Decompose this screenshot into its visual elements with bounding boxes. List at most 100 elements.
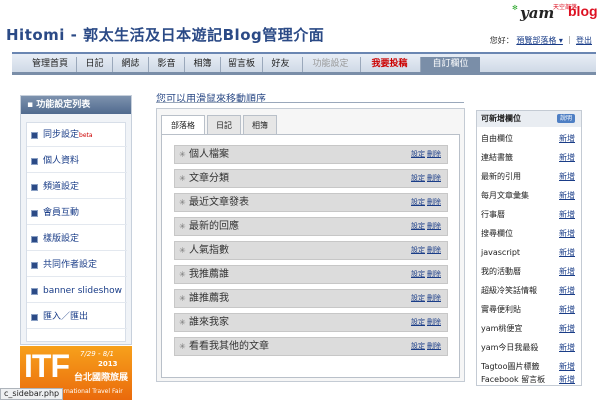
add-link[interactable]: 新增 [559, 373, 575, 387]
add-link[interactable]: 新增 [559, 224, 575, 243]
delete-link[interactable]: 刪除 [427, 174, 441, 182]
drag-handle-icon[interactable]: ✳ [179, 338, 186, 355]
tab-media[interactable]: 影音 [148, 57, 184, 72]
row-label: 誰推薦我 [189, 293, 229, 304]
tab-blog[interactable]: 部落格 [161, 115, 205, 135]
help-button[interactable]: 說明 [556, 114, 575, 123]
setting-link[interactable]: 設定 [411, 150, 425, 158]
sortable-row[interactable]: ✳ 人氣指數 設定 刪除 [174, 241, 448, 260]
sidebar-heading-label: 功能設定列表 [36, 100, 91, 110]
drag-handle-icon[interactable]: ✳ [179, 242, 186, 259]
delete-link[interactable]: 刪除 [427, 198, 441, 206]
drag-handle-icon[interactable]: ✳ [179, 266, 186, 283]
delete-link[interactable]: 刪除 [427, 294, 441, 302]
tab-submit[interactable]: 我要投稿 [360, 57, 418, 72]
add-link[interactable]: 新增 [559, 300, 575, 319]
sidebar-item-template[interactable]: 樣版設定 [27, 227, 127, 251]
row-label: 個人檔案 [189, 149, 229, 160]
tab-diary-panel[interactable]: 日記 [207, 115, 241, 135]
sortable-row[interactable]: ✳ 誰來我家 設定 刪除 [174, 313, 448, 332]
add-link[interactable]: 新增 [559, 167, 575, 186]
setting-link[interactable]: 設定 [411, 174, 425, 182]
row-actions: 設定 刪除 [409, 314, 441, 331]
tab-albums[interactable]: 相簿 [184, 57, 220, 72]
sidebar-item-banner-slideshow[interactable]: banner slideshow [27, 279, 127, 303]
setting-link[interactable]: 設定 [411, 342, 425, 350]
tab-articles[interactable]: 網誌 [112, 57, 148, 72]
sidebar-item-import-export[interactable]: 匯入／匯出 [27, 305, 127, 329]
drag-handle-icon[interactable]: ✳ [179, 194, 186, 211]
sidebar-item-sync[interactable]: 同步設定beta [27, 123, 127, 147]
sortable-row[interactable]: ✳ 個人檔案 設定 刪除 [174, 145, 448, 164]
tab-friends[interactable]: 好友 [262, 57, 298, 72]
sortable-row[interactable]: ✳ 看看我其他的文章 設定 刪除 [174, 337, 448, 356]
sortable-list: ✳ 個人檔案 設定 刪除 ✳ 文章分類 設定 刪除 ✳ 最近文章發表 設定 刪除 ✳ … [161, 134, 460, 378]
sidebar-item-profile[interactable]: 個人資料 [27, 149, 127, 173]
item-label: javascript [481, 248, 521, 257]
add-link[interactable]: 新增 [559, 205, 575, 224]
layout-panel: 部落格 日記 相簿 ✳ 個人檔案 設定 刪除 ✳ 文章分類 設定 刪除 ✳ 最近文章… [156, 108, 465, 382]
tab-admin-home[interactable]: 管理首頁 [24, 57, 76, 72]
tab-album-panel[interactable]: 相簿 [243, 115, 277, 135]
sidebar-item-label: 匯入／匯出 [43, 312, 89, 322]
add-link[interactable]: 新增 [559, 186, 575, 205]
logout-link[interactable]: 登出 [576, 36, 592, 45]
sidebar-item-coauthors[interactable]: 共同作者設定 [27, 253, 127, 277]
row-actions: 設定 刪除 [409, 242, 441, 259]
bullet-icon [31, 262, 38, 269]
add-link[interactable]: 新增 [559, 262, 575, 281]
drag-handle-icon[interactable]: ✳ [179, 146, 186, 163]
delete-link[interactable]: 刪除 [427, 150, 441, 158]
row-actions: 設定 刪除 [409, 290, 441, 307]
section-divider [156, 102, 464, 103]
drag-handle-icon[interactable]: ✳ [179, 290, 186, 307]
sidebar-item-label: 樣版設定 [43, 234, 80, 244]
setting-link[interactable]: 設定 [411, 198, 425, 206]
setting-link[interactable]: 設定 [411, 294, 425, 302]
item-label: 自由欄位 [481, 134, 513, 143]
add-link[interactable]: 新增 [559, 243, 575, 262]
delete-link[interactable]: 刪除 [427, 222, 441, 230]
add-link[interactable]: 新增 [559, 129, 575, 148]
sortable-row[interactable]: ✳ 文章分類 設定 刪除 [174, 169, 448, 188]
tab-settings[interactable]: 功能設定 [302, 57, 358, 72]
sidebar-item-channel[interactable]: 頻道設定 [27, 175, 127, 199]
tab-guestbook[interactable]: 留言板 [220, 57, 262, 72]
list-item: 最新的引用 新增 [477, 167, 581, 186]
add-link[interactable]: 新增 [559, 148, 575, 167]
sidebar-item-members[interactable]: 會員互動 [27, 201, 127, 225]
sortable-row[interactable]: ✳ 誰推薦我 設定 刪除 [174, 289, 448, 308]
view-blog-link[interactable]: 預覽部落格 ▾ [516, 36, 563, 45]
setting-link[interactable]: 設定 [411, 270, 425, 278]
bullet-icon [31, 314, 38, 321]
drag-handle-icon[interactable]: ✳ [179, 170, 186, 187]
delete-link[interactable]: 刪除 [427, 270, 441, 278]
delete-link[interactable]: 刪除 [427, 318, 441, 326]
row-label: 最近文章發表 [189, 197, 249, 208]
drag-handle-icon[interactable]: ✳ [179, 218, 186, 235]
row-label: 最新的回應 [189, 221, 239, 232]
add-link[interactable]: 新增 [559, 319, 575, 338]
delete-link[interactable]: 刪除 [427, 246, 441, 254]
tab-diary[interactable]: 日記 [76, 57, 112, 72]
logo-blog-text: blog [568, 3, 598, 19]
setting-link[interactable]: 設定 [411, 222, 425, 230]
sortable-row[interactable]: ✳ 最新的回應 設定 刪除 [174, 217, 448, 236]
sortable-row[interactable]: ✳ 最近文章發表 設定 刪除 [174, 193, 448, 212]
sortable-row[interactable]: ✳ 我推薦誰 設定 刪除 [174, 265, 448, 284]
row-actions: 設定 刪除 [409, 194, 441, 211]
sidebar-list: 同步設定beta 個人資料 頻道設定 會員互動 樣版設定 共同作者設定 bann… [26, 122, 127, 342]
ad-dates: 7/29 - 8/1 [80, 350, 114, 358]
item-label: 行事曆 [481, 210, 505, 219]
yam-blog-logo[interactable]: ✻ yam 天空部落 blog [512, 2, 600, 24]
tab-custom-columns[interactable]: 自訂欄位 [420, 57, 480, 72]
setting-link[interactable]: 設定 [411, 318, 425, 326]
setting-link[interactable]: 設定 [411, 246, 425, 254]
drag-handle-icon[interactable]: ✳ [179, 314, 186, 331]
item-label: 我的活動曆 [481, 267, 521, 276]
sidebar-item-label: 同步設定 [43, 130, 80, 140]
add-link[interactable]: 新增 [559, 338, 575, 357]
add-link[interactable]: 新增 [559, 281, 575, 300]
delete-link[interactable]: 刪除 [427, 342, 441, 350]
list-item: 自由欄位 新增 [477, 129, 581, 148]
